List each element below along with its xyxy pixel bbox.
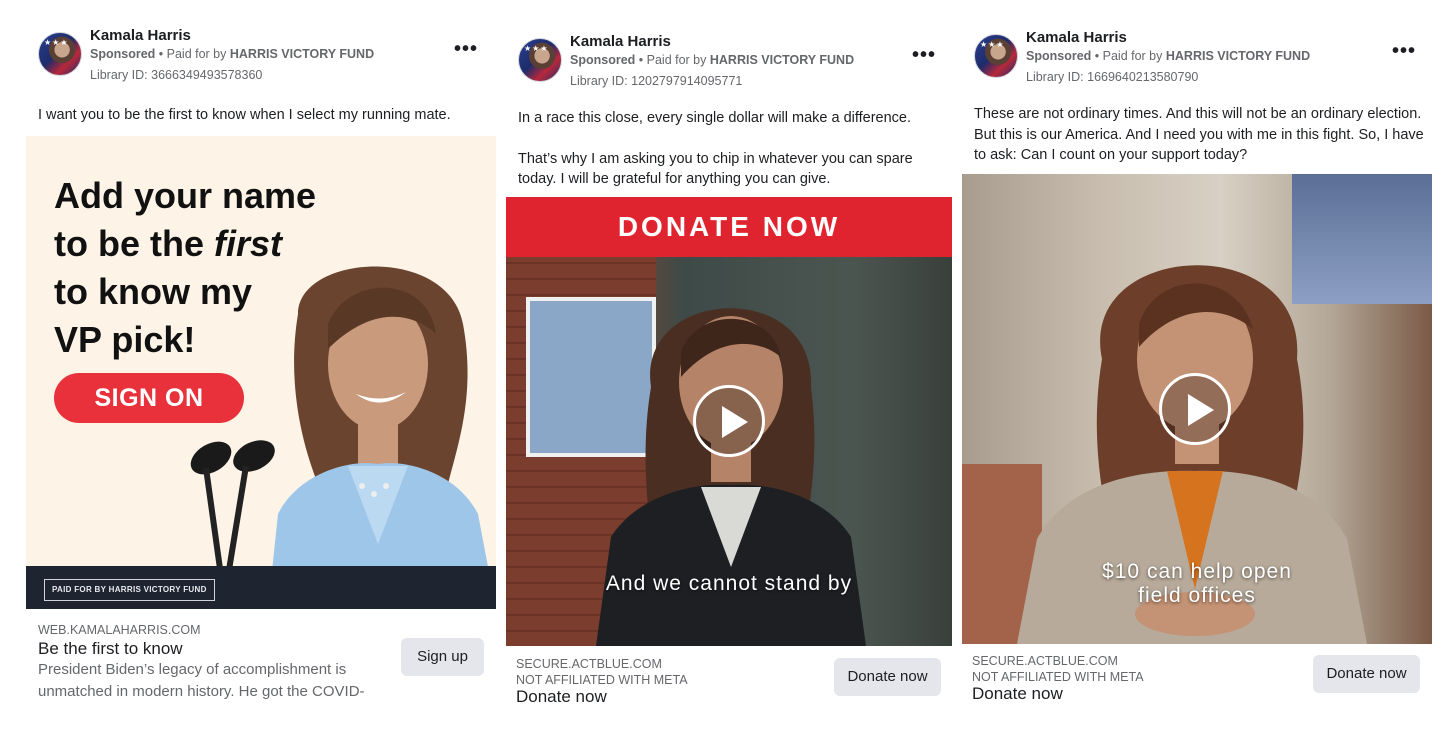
ad-body-paragraph-2: That’s why I am asking you to chip in wh… [518,150,913,188]
funder-name: HARRIS VICTORY FUND [709,53,855,67]
not-affiliated-note: NOT AFFILIATED WITH META [516,673,688,687]
ad-video[interactable]: And we cannot stand by [506,257,952,646]
video-caption-line-2: field offices [1138,584,1256,607]
more-options-icon[interactable]: ••• [912,45,936,65]
funder-name: HARRIS VICTORY FUND [229,47,375,61]
link-domain[interactable]: SECURE.ACTBLUE.COM [972,653,1118,669]
headline-line-1: Add your name [54,175,317,216]
video-caption: And we cannot stand by [605,572,853,595]
link-description: President Biden’s legacy of accomplishme… [38,661,365,700]
donate-now-button[interactable]: Donate now [834,658,941,696]
ad-header: ★★★ Kamala Harris Sponsored • Paid for b… [36,20,506,82]
library-id: Library ID: 1202797914095771 [570,74,743,88]
play-icon[interactable] [1159,373,1231,445]
sign-up-button[interactable]: Sign up [401,638,484,676]
donate-now-button[interactable]: Donate now [1313,655,1420,693]
ad-card-3: ★★★ Kamala Harris Sponsored • Paid for b… [962,2,1432,745]
ad-body-text: In a race this close, every single dolla… [518,108,948,190]
avatar[interactable]: ★★★ [38,32,82,76]
more-options-icon[interactable]: ••• [454,39,478,59]
disclaimer-box: PAID FOR BY HARRIS VICTORY FUND [44,579,215,601]
video-caption: $10 can help open field offices [962,560,1432,608]
paid-for-label: Paid for by [646,53,707,67]
paid-for-label: Paid for by [166,47,227,61]
link-title[interactable]: Donate now [972,684,1063,704]
ad-header: ★★★ Kamala Harris Sponsored • Paid for b… [972,22,1442,84]
more-options-icon[interactable]: ••• [1392,41,1416,61]
play-icon[interactable] [693,385,765,457]
avatar[interactable]: ★★★ [974,34,1018,78]
video-caption-line-1: $10 can help open [1102,560,1292,583]
funder-name: HARRIS VICTORY FUND [1165,49,1311,63]
not-affiliated-note: NOT AFFILIATED WITH META [972,670,1144,684]
headline-line-2-text: to be the [54,223,214,264]
microphones-icon [190,440,275,576]
ad-card-1: ★★★ Kamala Harris Sponsored • Paid for b… [26,0,496,745]
sponsored-label: Sponsored [1026,49,1092,63]
sponsored-line: Sponsored • Paid for by HARRIS VICTORY F… [90,47,375,61]
sponsored-line: Sponsored • Paid for by HARRIS VICTORY F… [570,53,855,67]
library-id: Library ID: 3666349493578360 [90,68,263,82]
ad-card-2: ★★★ Kamala Harris Sponsored • Paid for b… [506,6,952,745]
library-id: Library ID: 1669640213580790 [1026,70,1199,84]
link-domain[interactable]: SECURE.ACTBLUE.COM [516,656,662,672]
ad-body-text: These are not ordinary times. And this w… [974,106,1424,163]
ad-header: ★★★ Kamala Harris Sponsored • Paid for b… [516,26,962,88]
ad-image[interactable]: Add your name to be the first to know my… [26,136,496,609]
advertiser-name[interactable]: Kamala Harris [1026,29,1127,46]
ad-body-text: I want you to be the first to know when … [38,107,451,123]
link-title[interactable]: Donate now [516,687,607,707]
sign-on-graphic-button: SIGN ON [54,373,244,423]
avatar[interactable]: ★★★ [518,38,562,82]
ad-body-paragraph-1: In a race this close, every single dolla… [518,110,912,126]
ad-video[interactable]: $10 can help open field offices [962,174,1432,644]
donate-now-banner: DONATE NOW [506,197,952,257]
paid-for-label: Paid for by [1102,49,1163,63]
sponsored-label: Sponsored [570,53,636,67]
link-title[interactable]: Be the first to know [38,639,183,659]
sponsored-label: Sponsored [90,47,156,61]
advertiser-name[interactable]: Kamala Harris [90,27,191,44]
link-domain[interactable]: WEB.KAMALAHARRIS.COM [38,623,201,637]
advertiser-name[interactable]: Kamala Harris [570,33,671,50]
sponsored-line: Sponsored • Paid for by HARRIS VICTORY F… [1026,49,1311,63]
